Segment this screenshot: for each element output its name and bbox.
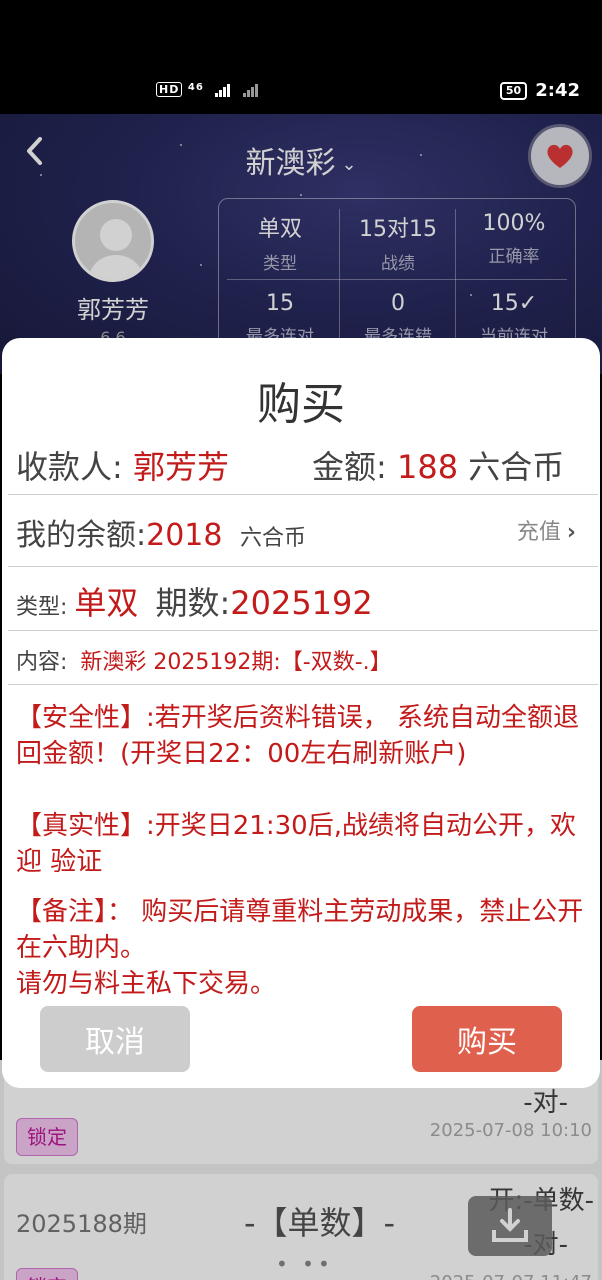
signal-bars-secondary-icon	[242, 82, 259, 97]
content-row: 内容: 新澳彩 2025192期:【-双数-.】	[16, 650, 392, 675]
signal-indicator: HD 46	[156, 82, 259, 97]
dialog-title: 购买	[257, 379, 345, 430]
clock: 2:42	[535, 80, 580, 101]
battery-icon: 50	[499, 81, 528, 100]
type-value: 单双	[74, 584, 139, 622]
remark-notice: 【备注】： 购买后请尊重料主劳动成果，禁止公开在六助内。 请勿与料主私下交易。	[16, 897, 584, 999]
amount-currency: 六合币	[468, 448, 565, 486]
recharge-link[interactable]: 充值 ›	[517, 514, 576, 546]
balance-value: 2018	[146, 518, 223, 553]
signal-bars-icon	[215, 82, 231, 97]
truth-notice: 【真实性】:开奖日21:30后,战绩将自动公开，欢迎 验证	[16, 811, 576, 877]
balance-unit: 六合币	[240, 526, 307, 551]
amount-value: 188	[396, 448, 459, 486]
content-value: 新澳彩 2025192期:【-双数-.】	[80, 650, 392, 675]
hd-badge: HD	[156, 82, 183, 97]
cancel-button[interactable]: 取消	[40, 1006, 190, 1072]
payee-name: 郭芳芳	[132, 448, 229, 486]
type-row: 类型: 单双 期数:2025192	[16, 584, 373, 622]
purchase-dialog: 购买 收款人: 郭芳芳 金额: 188 六合币 我的余额:2018 六合币 充值…	[2, 338, 600, 1088]
network-type: 46	[187, 82, 204, 93]
status-bar: HD 46 50 2:42	[0, 0, 602, 114]
period-value: 2025192	[230, 584, 373, 622]
chevron-right-icon: ›	[566, 520, 576, 545]
balance-row: 我的余额:2018 六合币 充值 ›	[16, 510, 598, 554]
payee-row: 收款人: 郭芳芳 金额: 188 六合币	[16, 442, 598, 488]
safety-notice: 【安全性】:若开奖后资料错误， 系统自动全额退回金额！(开奖日22：00左右刷新…	[16, 703, 580, 769]
buy-button[interactable]: 购买	[412, 1006, 562, 1072]
amount-group: 金额: 188 六合币	[312, 448, 565, 486]
